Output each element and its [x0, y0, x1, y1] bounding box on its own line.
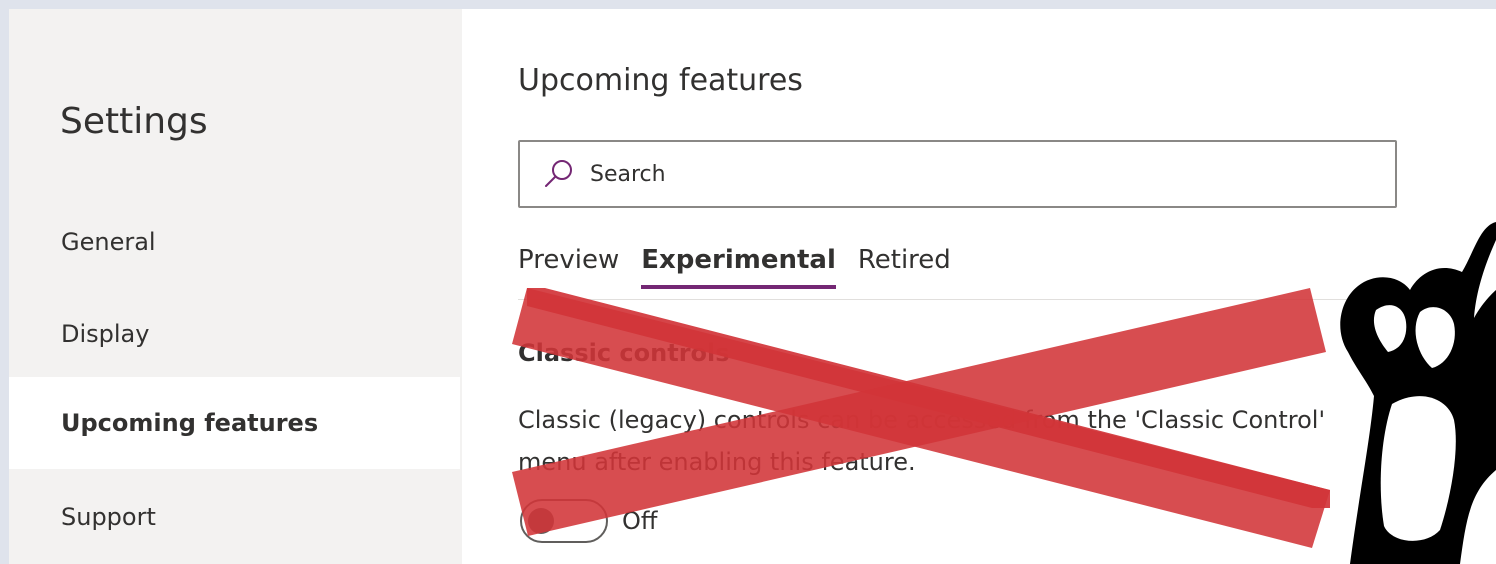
sidebar-item-label: Support	[61, 503, 156, 531]
toggle-knob	[528, 508, 554, 534]
sidebar-item-display[interactable]: Display	[9, 288, 460, 380]
tab-experimental[interactable]: Experimental	[641, 245, 836, 289]
sidebar-item-label: Upcoming features	[61, 409, 319, 437]
sidebar-item-upcoming-features[interactable]: Upcoming features	[9, 377, 460, 469]
feature-title: Classic controls	[518, 339, 730, 367]
tab-preview[interactable]: Preview	[518, 245, 619, 289]
search-icon	[542, 157, 576, 191]
settings-sidebar: Settings General Display Upcoming featur…	[9, 9, 462, 564]
page-title: Upcoming features	[518, 63, 803, 98]
sidebar-title: Settings	[60, 101, 208, 142]
settings-main-panel: Upcoming features Preview Experimental R…	[462, 9, 1496, 564]
feature-tabs: Preview Experimental Retired	[518, 245, 951, 289]
feature-description: Classic (legacy) controls can be accesse…	[518, 406, 1326, 476]
feature-toggle-row: Off	[520, 499, 657, 543]
classic-controls-toggle[interactable]	[520, 499, 608, 543]
sidebar-item-support[interactable]: Support	[9, 471, 460, 563]
toggle-state-label: Off	[622, 507, 658, 535]
search-box[interactable]	[518, 140, 1397, 208]
search-input[interactable]	[588, 160, 1352, 188]
sidebar-item-general[interactable]: General	[9, 196, 460, 288]
tab-divider	[518, 299, 1398, 300]
sidebar-item-label: General	[61, 228, 156, 256]
sidebar-item-label: Display	[61, 320, 150, 348]
tab-retired[interactable]: Retired	[858, 245, 951, 289]
